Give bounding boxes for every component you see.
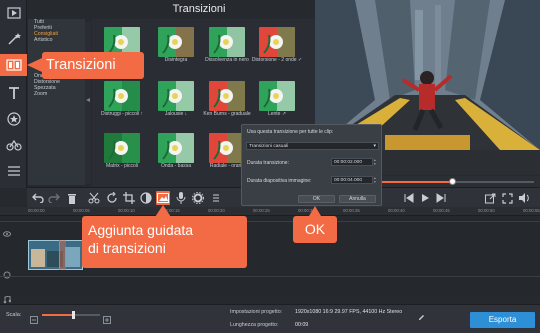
ruler-tick-label: 00:00:35 [343, 208, 360, 213]
transition-tile[interactable] [209, 81, 245, 111]
wizard-callout: Aggiunta guidata di transizioni [82, 216, 247, 268]
transition-tile[interactable] [209, 133, 245, 163]
ruler-tick-label: 00:00:10 [118, 208, 135, 213]
transition-tile[interactable] [158, 133, 194, 163]
left-toolbar [0, 0, 27, 188]
cut-icon[interactable] [87, 191, 101, 205]
slide-duration-stepper[interactable]: ▴ ▾ [374, 176, 376, 184]
transitions-tool-icon[interactable] [0, 54, 27, 76]
ruler-tick-label: 00:00:05 [73, 208, 90, 213]
more-menu-icon[interactable] [209, 191, 223, 205]
transition-tile-label: Dissolvenza in nero [205, 57, 249, 63]
length-value: 00:09 [295, 322, 309, 328]
ruler-tick-label: 00:00:55 [523, 208, 540, 213]
transition-wizard-icon[interactable] [156, 191, 170, 205]
ruler-tick-label: 00:00:20 [208, 208, 225, 213]
video-track-eye-icon[interactable] [3, 224, 11, 242]
ruler-tick-label: 00:00:50 [478, 208, 495, 213]
transition-tile-label: Distruggi - piccoli ↑ [101, 111, 143, 117]
rotate-icon[interactable] [105, 191, 119, 205]
grid-scrollbar[interactable] [85, 22, 91, 184]
duration-stepper[interactable]: ▴ ▾ [374, 158, 376, 166]
text-tool-icon[interactable] [0, 82, 27, 104]
settings-gear-icon[interactable] [191, 191, 205, 205]
dialog-ok-button[interactable]: OK [298, 195, 335, 203]
transition-tile-label: Disintegra [164, 57, 188, 63]
ok-callout: OK [293, 216, 337, 243]
dialog-cancel-button[interactable]: Annulla [339, 195, 376, 203]
undo-icon[interactable] [31, 191, 45, 205]
video-clip[interactable] [28, 240, 83, 270]
transition-marker[interactable] [59, 240, 66, 270]
length-label: Lunghezza progetto: [230, 322, 279, 328]
transizioni-callout: Transizioni [42, 52, 144, 79]
transition-wizard-dialog: Usa questa transizione per tutte le clip… [241, 124, 382, 206]
video-track-toggle-icon[interactable] [3, 266, 11, 284]
category-item[interactable]: Zoom [28, 91, 85, 97]
scale-fill [42, 314, 74, 316]
transition-select-value: Transizioni casuali [249, 144, 289, 149]
volume-icon[interactable] [517, 191, 531, 205]
stickers-icon[interactable] [0, 108, 27, 130]
scale-handle[interactable] [72, 311, 75, 319]
settings-label: Impostazioni progetto: [230, 309, 283, 315]
transition-tile[interactable] [158, 27, 194, 57]
transition-tile[interactable] [104, 133, 140, 163]
bottom-bar: Scala: Impostazioni progetto: 1920x1080 … [0, 304, 540, 333]
ruler-tick-label: 00:00:25 [253, 208, 270, 213]
callout-arrow-up-ok [309, 206, 321, 216]
chevron-down-icon: ▾ [373, 143, 376, 149]
transition-tile[interactable] [259, 27, 295, 57]
export-button[interactable]: Esporta [470, 312, 535, 328]
delete-icon[interactable] [65, 191, 79, 205]
color-adjust-icon[interactable] [139, 191, 153, 205]
progress-handle[interactable] [449, 178, 457, 185]
transition-tile[interactable] [104, 81, 140, 111]
duration-label: Durata transizione: [247, 160, 289, 166]
transition-tile-label: Distorsione - 2 onde ✓ [251, 57, 303, 63]
transition-tile-label: Matrix - piccoli [106, 163, 138, 169]
redo-icon[interactable] [47, 191, 61, 205]
transition-tile[interactable] [209, 27, 245, 57]
more-tools-icon[interactable] [0, 160, 27, 182]
magic-wand-icon[interactable] [0, 28, 27, 50]
ruler-tick-label: 00:00:45 [433, 208, 450, 213]
ruler-tick-label: 00:00:00 [28, 208, 45, 213]
skip-forward-icon[interactable] [434, 191, 448, 205]
slide-duration-field[interactable]: 00:00:04.000 [331, 176, 373, 184]
dialog-heading: Usa questa transizione per tutte le clip… [247, 129, 334, 135]
ruler-tick-label: 00:00:40 [388, 208, 405, 213]
callout-arrow [27, 58, 42, 72]
zoom-in-icon[interactable] [103, 311, 111, 329]
settings-value: 1920x1080 16:9 29.97 FPS, 44100 Hz Stere… [295, 309, 403, 315]
crop-icon[interactable] [122, 191, 136, 205]
scale-label: Scala: [6, 312, 22, 318]
slide-duration-label: Durata diapositiva immagine: [247, 178, 312, 184]
edit-settings-pencil-icon[interactable] [418, 308, 425, 326]
transition-tile[interactable] [259, 81, 295, 111]
transition-select[interactable]: Transizioni casuali ▾ [246, 142, 379, 150]
play-icon[interactable] [418, 191, 432, 205]
microphone-icon[interactable] [174, 191, 188, 205]
zoom-out-icon[interactable] [30, 311, 38, 329]
export-frame-icon[interactable] [483, 191, 497, 205]
duration-field[interactable]: 00:00:02.000 [331, 158, 373, 166]
transition-tile-label: Jalousie ↓ [164, 111, 188, 117]
panel-title: Transizioni [172, 3, 226, 15]
import-icon[interactable] [0, 2, 27, 24]
fullscreen-icon[interactable] [500, 191, 514, 205]
timeline-tracks [0, 216, 540, 304]
transition-tile[interactable] [158, 81, 194, 111]
timeline-ruler[interactable]: 00:00:00 00:00:05 00:00:10 00:00:15 00:00:20… [0, 207, 540, 216]
category-list[interactable]: Tutti Preferiti Consigliati Artistico Onda Di… [28, 19, 85, 185]
transition-tile-label: Onda - bassa [160, 163, 192, 169]
skip-back-icon[interactable] [402, 191, 416, 205]
transition-tile-label: Ken Burns - graduale [203, 111, 251, 117]
transition-tile-label: Lente ↗ [267, 111, 287, 117]
callout-arrow-up [155, 205, 171, 217]
effects-icon[interactable] [0, 134, 27, 156]
